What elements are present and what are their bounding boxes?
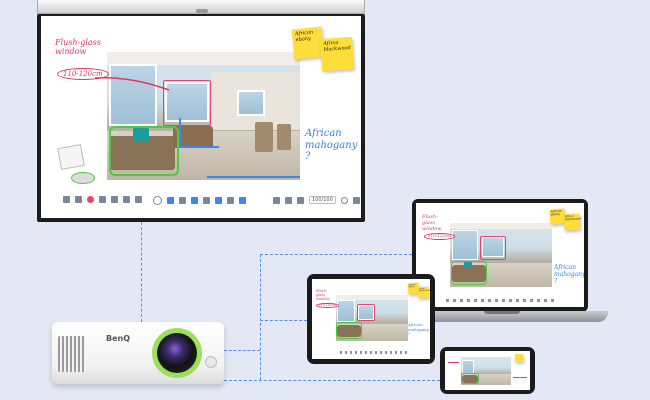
photo-chair-2: [277, 124, 291, 150]
projector-screen: Flush-glass window 110-120cm African mah…: [37, 14, 365, 222]
menu-icon[interactable]: [63, 196, 70, 203]
projector-vent: [58, 336, 86, 372]
projector-lens: [157, 333, 197, 373]
share-icon[interactable]: [123, 196, 130, 203]
phone-red-annotation: [448, 357, 459, 363]
living-room-photo[interactable]: [107, 52, 300, 180]
laptop-photo-window: [452, 230, 478, 260]
connector-screen-projector: [141, 222, 142, 322]
phone-sofa-highlight: [461, 373, 479, 384]
connector-projector-laptop: [224, 350, 260, 351]
laptop-sofa-highlight: [451, 261, 487, 285]
laptop-notch: [484, 311, 520, 314]
image-tool-icon[interactable]: [239, 197, 246, 204]
floor-highlight: [179, 118, 219, 148]
wood-annotation: African mahogany ?: [305, 128, 358, 162]
screen-pull-tab: [196, 9, 208, 13]
eraser-tool-icon[interactable]: [203, 197, 210, 204]
drawing-toolbar: [153, 196, 246, 205]
text-tool-icon[interactable]: [191, 197, 198, 204]
photo-ceiling: [107, 52, 300, 65]
connector-vertical-bus: [260, 254, 261, 380]
laptop-window-annotation: Flush-glass window: [422, 214, 442, 232]
tablet-canvas[interactable]: Flush-glass window 110-120cm African mah…: [312, 279, 430, 359]
sketch-circle: [71, 172, 95, 184]
photo-window-right: [237, 90, 265, 116]
laptop-canvas[interactable]: Flush-glass window 110-120cm African mah…: [416, 203, 584, 307]
laptop-window-highlight: [480, 236, 506, 260]
phone-blue-annotation: [513, 371, 527, 378]
laptop-sticky-blackwood[interactable]: Africa blackwood: [563, 213, 581, 231]
right-toolbar: 100/100: [273, 196, 360, 204]
phone-canvas[interactable]: [445, 351, 530, 390]
whiteboard-canvas[interactable]: Flush-glass window 110-120cm African mah…: [41, 16, 361, 218]
page-indicator: 100/100: [309, 196, 336, 204]
phone: [440, 347, 535, 394]
record-icon[interactable]: [87, 196, 94, 203]
laptop-photo-ceiling: [450, 223, 552, 230]
tablet-photo-window: [337, 300, 355, 322]
tablet: Flush-glass window 110-120cm African mah…: [307, 274, 435, 364]
prev-page-icon[interactable]: [297, 196, 304, 204]
redo-icon[interactable]: [285, 196, 292, 204]
sticky-note-blackwood[interactable]: Africa blackwood: [319, 36, 355, 72]
annotation-arrow: [94, 77, 170, 91]
pen-tool-icon[interactable]: [167, 197, 174, 204]
tablet-window-highlight: [357, 304, 375, 321]
tablet-photo: [336, 295, 408, 341]
tablet-toolbar: [340, 351, 408, 354]
photo-chair: [255, 122, 273, 152]
chat-icon[interactable]: [135, 196, 142, 203]
screen-housing: [37, 0, 365, 14]
laptop-photo: [450, 223, 552, 287]
left-toolbar: [63, 196, 142, 203]
file-icon[interactable]: [75, 196, 82, 203]
projector-knob: [205, 356, 217, 368]
projector: BenQ: [52, 322, 224, 384]
grid-icon[interactable]: [99, 196, 106, 203]
floor-underline: [207, 176, 300, 178]
connector-to-phone: [224, 380, 440, 381]
tablet-photo-ceiling: [336, 295, 408, 300]
phone-sticky-note[interactable]: [515, 354, 523, 362]
fullscreen-icon[interactable]: [352, 196, 360, 204]
window-annotation: Flush-glass window: [55, 38, 101, 57]
shape-tool-icon[interactable]: [215, 197, 222, 204]
highlighter-tool-icon[interactable]: [179, 197, 186, 204]
connector-to-laptop: [260, 254, 412, 255]
tablet-sticky-blackwood[interactable]: Africa blackwood: [417, 286, 430, 299]
tablet-wood-annotation: African mahogany ?: [408, 322, 429, 337]
connector-to-tablet: [260, 320, 307, 321]
next-page-icon[interactable]: [340, 196, 348, 204]
laptop-wood-annotation: African mahogany ?: [554, 264, 584, 285]
sketch-thumbnail[interactable]: [57, 144, 85, 170]
phone-photo: [461, 357, 511, 385]
note-tool-icon[interactable]: [227, 197, 234, 204]
laptop-toolbar: [446, 299, 556, 302]
sofa-highlight: [109, 126, 179, 176]
laptop-screen: Flush-glass window 110-120cm African mah…: [412, 199, 588, 312]
select-tool-icon[interactable]: [153, 196, 162, 205]
tablet-sofa-highlight: [336, 322, 362, 339]
tablet-window-annotation: Flush-glass window: [316, 289, 330, 302]
laptop-size-annotation: 110-120cm: [424, 233, 455, 240]
user-icon[interactable]: [111, 196, 118, 203]
projector-brand: BenQ: [106, 334, 131, 343]
undo-icon[interactable]: [273, 196, 280, 204]
phone-photo-window: [462, 360, 474, 374]
